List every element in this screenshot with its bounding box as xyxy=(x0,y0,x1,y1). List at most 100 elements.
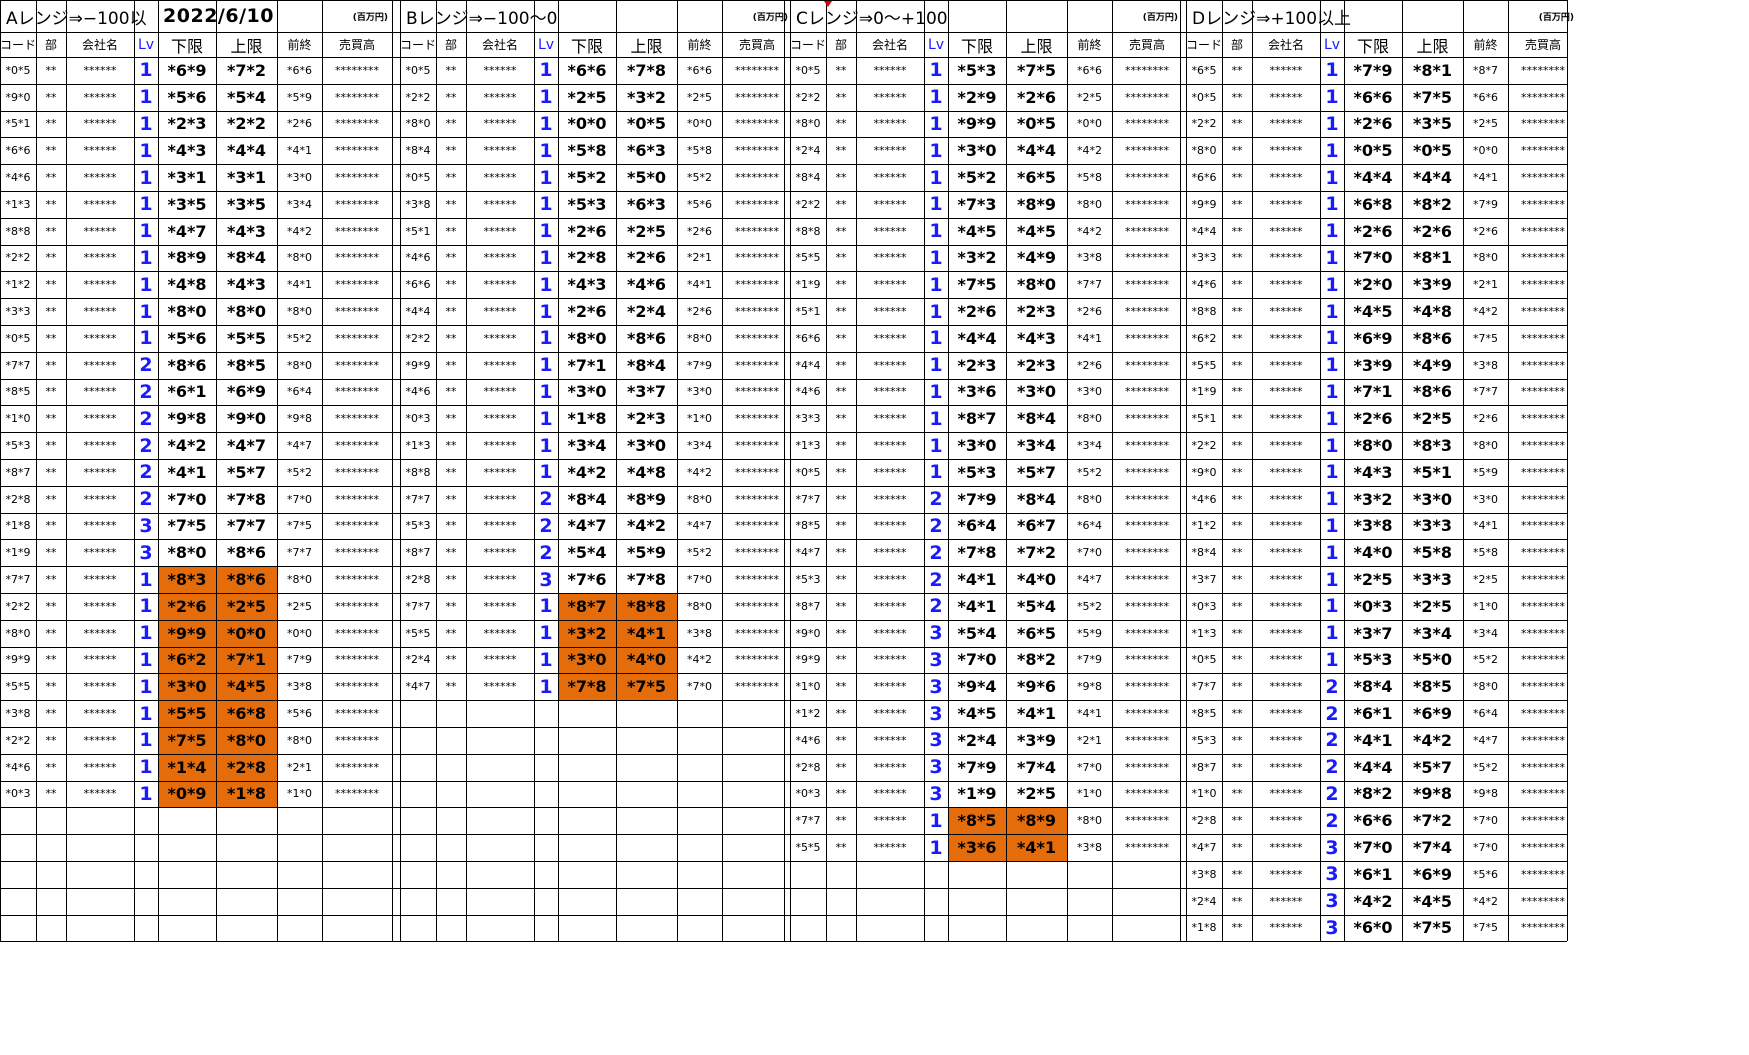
cell-code: *8*5 xyxy=(795,519,821,533)
cell-code: *8*0 xyxy=(405,117,431,131)
cell-upper: *7*2 xyxy=(1017,543,1056,563)
cell-upper: *4*4 xyxy=(1017,141,1056,161)
cell-prev-close: *1*0 xyxy=(687,412,712,426)
cell-prev-close: *7*5 xyxy=(1473,331,1498,345)
grid-vline xyxy=(534,0,535,942)
cell-dept: ** xyxy=(835,305,847,319)
cell-upper: *8*9 xyxy=(1017,194,1056,214)
cell-volume: ******** xyxy=(1125,653,1169,667)
grid-vline xyxy=(616,0,617,942)
cell-lower: *4*3 xyxy=(1353,462,1393,482)
cell-lower: *6*0 xyxy=(1353,918,1393,938)
cell-prev-close: *4*1 xyxy=(287,144,312,158)
cell-company: ****** xyxy=(483,144,517,158)
cell-lv: 1 xyxy=(139,729,153,752)
cell-lower: *5*3 xyxy=(1353,650,1393,670)
cell-volume: ******** xyxy=(735,90,779,104)
cell-company: ****** xyxy=(483,331,517,345)
cell-lower: *4*8 xyxy=(167,275,207,295)
cell-code: *2*2 xyxy=(5,599,31,613)
cell-lower: *7*6 xyxy=(567,570,607,590)
cell-dept: ** xyxy=(445,171,457,185)
column-header-volume: 売買高 xyxy=(738,38,775,52)
cell-code: *8*7 xyxy=(795,599,821,613)
cell-dept: ** xyxy=(835,439,847,453)
cell-dept: ** xyxy=(45,278,57,292)
cell-upper: *2*3 xyxy=(1017,302,1056,322)
cell-lv: 3 xyxy=(929,702,943,725)
cell-code: *3*3 xyxy=(5,305,31,319)
cell-upper: *3*0 xyxy=(627,436,666,456)
cell-company: ****** xyxy=(483,251,517,265)
cell-company: ****** xyxy=(483,171,517,185)
cell-code: *6*5 xyxy=(1191,63,1217,77)
cell-prev-close: *6*6 xyxy=(1473,90,1498,104)
cell-code: *1*9 xyxy=(795,278,821,292)
cell-lower: *2*6 xyxy=(567,302,607,322)
cell-company: ****** xyxy=(83,171,117,185)
cell-prev-close: *3*4 xyxy=(287,197,312,211)
cell-prev-close: *1*0 xyxy=(1473,599,1498,613)
grid-vline xyxy=(1344,0,1345,942)
cell-dept: ** xyxy=(835,733,847,747)
cell-code: *1*0 xyxy=(795,680,821,694)
cell-code: *2*4 xyxy=(795,144,821,158)
cell-lower: *7*5 xyxy=(167,730,207,750)
grid-vline xyxy=(134,0,135,942)
cell-volume: ******** xyxy=(335,117,379,131)
cell-lv: 1 xyxy=(929,112,943,135)
cell-dept: ** xyxy=(835,626,847,640)
cell-dept: ** xyxy=(445,331,457,345)
cell-volume: ******** xyxy=(335,439,379,453)
cell-dept: ** xyxy=(1231,278,1243,292)
cell-company: ****** xyxy=(483,573,517,587)
cell-prev-close: *2*1 xyxy=(1077,733,1102,747)
cell-prev-close: *8*0 xyxy=(287,573,312,587)
grid-vline xyxy=(1252,0,1253,942)
cell-prev-close: *7*0 xyxy=(687,680,712,694)
cell-prev-close: *0*0 xyxy=(1473,144,1498,158)
cell-prev-close: *4*7 xyxy=(287,439,312,453)
cell-lv: 2 xyxy=(539,514,553,537)
cell-upper: *5*7 xyxy=(227,462,266,482)
cell-dept: ** xyxy=(1231,841,1243,855)
cell-code: *9*9 xyxy=(405,358,431,372)
cell-company: ****** xyxy=(1269,841,1303,855)
cell-company: ****** xyxy=(1269,733,1303,747)
cell-volume: ******** xyxy=(735,599,779,613)
cell-company: ****** xyxy=(1269,465,1303,479)
cell-upper: *5*1 xyxy=(1413,462,1452,482)
cell-company: ****** xyxy=(83,465,117,479)
cell-dept: ** xyxy=(1231,144,1243,158)
unit-label: (百万円) xyxy=(1538,12,1574,23)
cell-lv: 3 xyxy=(1325,836,1339,859)
cell-company: ****** xyxy=(483,63,517,77)
grid-vline xyxy=(1006,0,1007,942)
cell-upper: *5*7 xyxy=(1413,757,1452,777)
cell-dept: ** xyxy=(45,653,57,667)
cell-company: ****** xyxy=(1269,626,1303,640)
cell-prev-close: *0*0 xyxy=(287,626,312,640)
column-header-lv: Lv xyxy=(137,36,155,53)
cell-company: ****** xyxy=(1269,224,1303,238)
cell-upper: *5*0 xyxy=(1413,650,1452,670)
cell-company: ****** xyxy=(1269,385,1303,399)
cell-upper: *3*4 xyxy=(1017,436,1056,456)
cell-company: ****** xyxy=(1269,814,1303,828)
column-header-lower: 下限 xyxy=(170,36,203,56)
cell-prev-close: *2*5 xyxy=(687,90,712,104)
cell-lv: 3 xyxy=(1325,890,1339,913)
cell-code: *9*9 xyxy=(795,653,821,667)
cell-lv: 1 xyxy=(139,300,153,323)
cell-lv: 1 xyxy=(1325,514,1339,537)
cell-lower: *5*3 xyxy=(957,60,997,80)
cell-lv: 1 xyxy=(139,220,153,243)
cell-lower: *8*4 xyxy=(1353,677,1393,697)
cell-lv: 2 xyxy=(139,354,153,377)
cell-company: ****** xyxy=(873,546,907,560)
cell-volume: ******** xyxy=(735,278,779,292)
cell-lower: *7*1 xyxy=(567,355,607,375)
grid-vline xyxy=(466,0,467,942)
cell-lower: *7*0 xyxy=(1353,248,1393,268)
cell-dept: ** xyxy=(835,278,847,292)
